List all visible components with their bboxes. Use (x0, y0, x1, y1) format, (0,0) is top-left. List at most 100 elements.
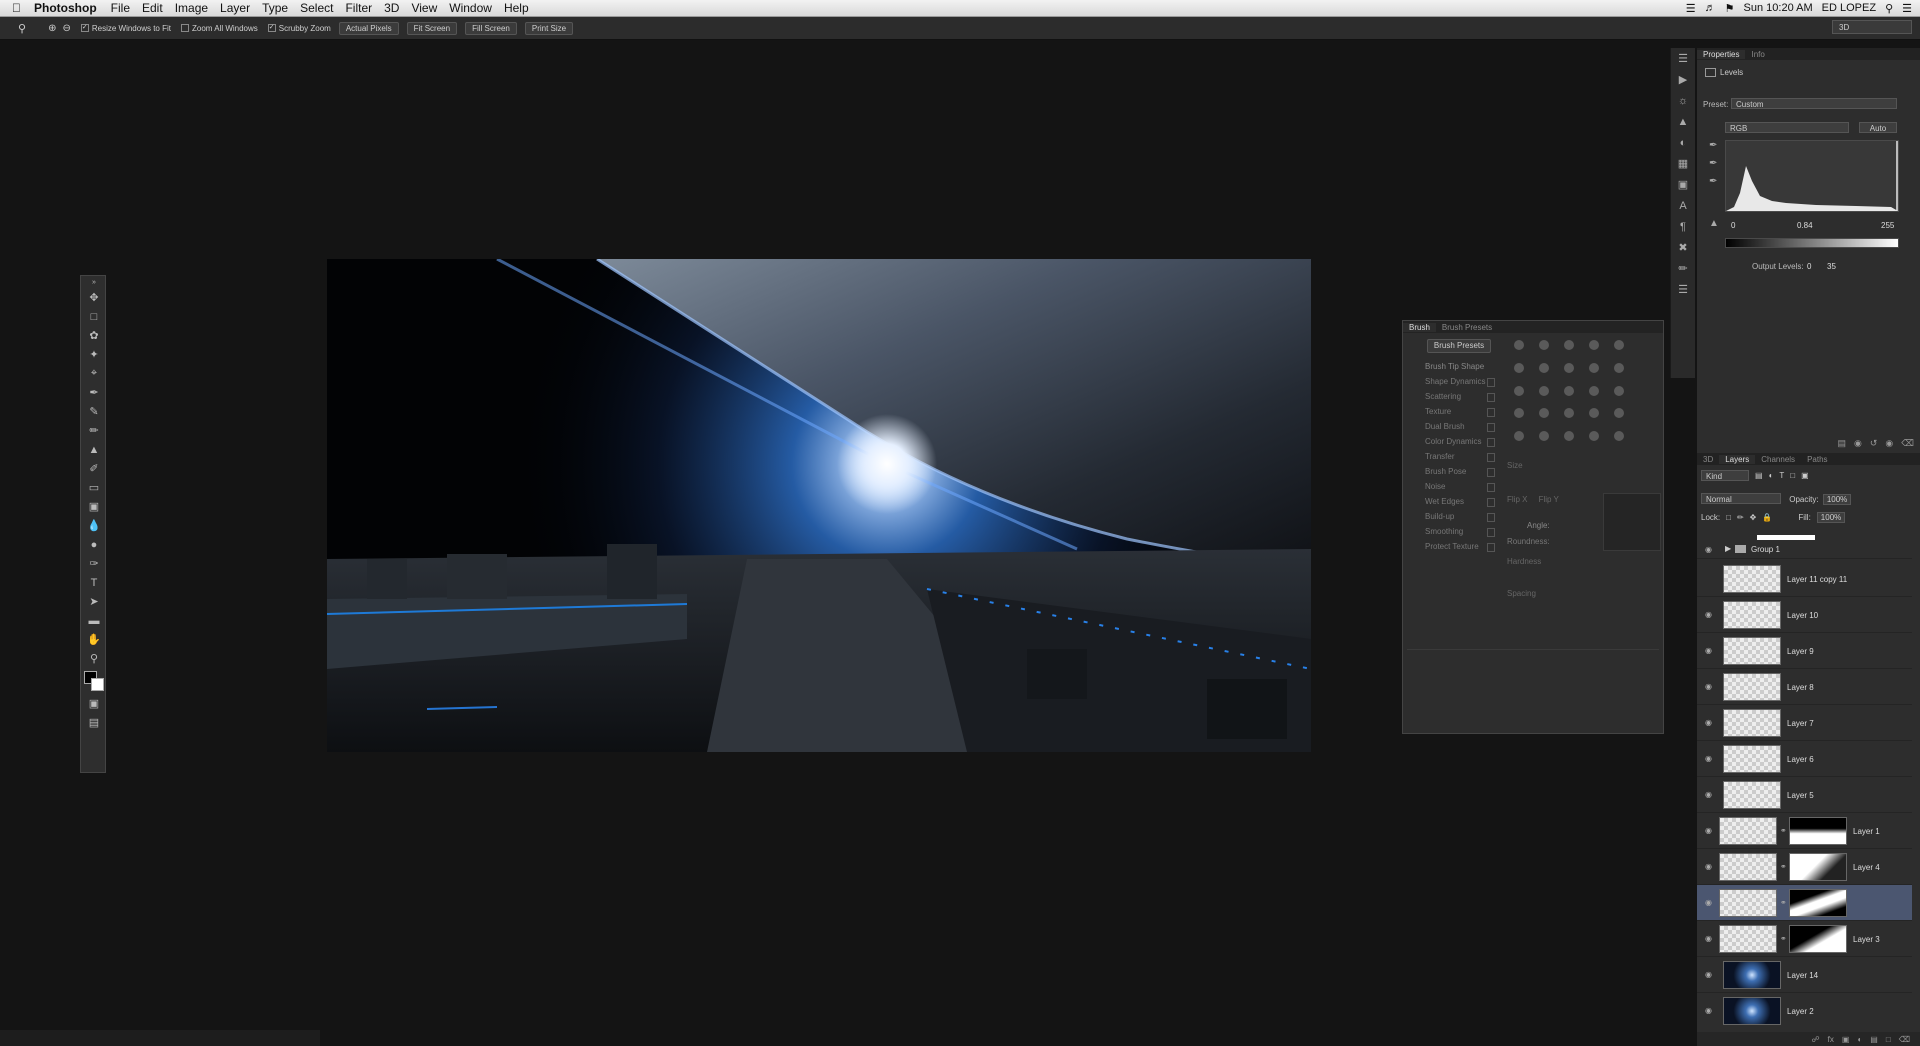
brush-tip[interactable] (1583, 426, 1606, 446)
black-eyedropper-icon[interactable]: ✒ (1709, 140, 1717, 151)
tab-brush-presets[interactable]: Brush Presets (1436, 323, 1498, 332)
gradient-tool-icon[interactable]: ▣ (81, 497, 107, 516)
history-icon[interactable]: ☰ (1671, 48, 1695, 69)
brush-option[interactable]: Scattering (1407, 389, 1499, 404)
print-size-button[interactable]: Print Size (524, 21, 574, 35)
layer-name[interactable]: Layer 14 (1787, 971, 1818, 980)
layer-thumbnail[interactable] (1723, 745, 1781, 773)
zoom-tool-icon[interactable]: ⚲ (18, 22, 26, 35)
gray-eyedropper-icon[interactable]: ✒ (1709, 158, 1717, 169)
brush-tip[interactable] (1507, 426, 1530, 446)
menu-3d[interactable]: 3D (384, 1, 399, 15)
layer-thumbnail[interactable] (1719, 853, 1777, 881)
channel-select[interactable]: RGB (1725, 122, 1849, 133)
brush-tip[interactable] (1532, 403, 1555, 423)
marquee-tool-icon[interactable]: □ (81, 307, 107, 326)
layer-row[interactable]: ◉ Layer 8 (1697, 669, 1912, 705)
magic-wand-tool-icon[interactable]: ✦ (81, 345, 107, 364)
group-row[interactable]: ◉ ▶ Group 1 (1697, 541, 1912, 559)
clone-source-icon[interactable]: ☰ (1671, 279, 1695, 300)
eye-icon[interactable]: ◉ (1705, 646, 1712, 655)
brush-tip-preview[interactable] (1603, 493, 1661, 551)
brush-tip[interactable] (1532, 426, 1555, 446)
layer-name[interactable]: Layer 2 (1787, 1007, 1814, 1016)
brush-tip[interactable] (1608, 381, 1631, 401)
fill-input[interactable]: 100% (1816, 512, 1846, 523)
eye-icon[interactable]: ◉ (1705, 898, 1712, 907)
input-black-value[interactable]: 0 (1731, 221, 1735, 230)
blur-tool-icon[interactable]: 💧 (81, 516, 107, 535)
brush-tip[interactable] (1532, 335, 1555, 355)
tab-channels[interactable]: Channels (1755, 455, 1801, 464)
menu-layer[interactable]: Layer (220, 1, 250, 15)
output-white-value[interactable]: 35 (1827, 262, 1836, 271)
tools-collapse-icon[interactable]: » (81, 276, 107, 288)
brush-icon[interactable]: ✏ (1671, 258, 1695, 279)
brush-option[interactable]: Build-up (1407, 509, 1499, 524)
styles-icon[interactable]: ▣ (1671, 174, 1695, 195)
menu-image[interactable]: Image (175, 1, 208, 15)
layer-style-icon[interactable]: fx (1828, 1035, 1834, 1044)
brush-option[interactable]: Smoothing (1407, 524, 1499, 539)
layer-name[interactable]: Layer 5 (1787, 791, 1814, 800)
resize-windows-checkbox[interactable]: ✓ Resize Windows to Fit (80, 24, 171, 33)
layer-row[interactable]: ◉ Layer 5 (1697, 777, 1912, 813)
menu-filter[interactable]: Filter (345, 1, 372, 15)
group-name[interactable]: Group 1 (1751, 545, 1780, 554)
eye-icon[interactable]: ◉ (1705, 610, 1712, 619)
layer-thumbnail[interactable] (1723, 637, 1781, 665)
histogram-icon[interactable]: ▲ (1671, 111, 1695, 132)
color-icon[interactable]: ◐ (1671, 132, 1695, 153)
path-selection-tool-icon[interactable]: ➤ (81, 592, 107, 611)
flip-x-checkbox[interactable]: Flip X (1507, 495, 1527, 504)
menu-type[interactable]: Type (262, 1, 288, 15)
brush-tip[interactable] (1608, 403, 1631, 423)
layer-thumbnail[interactable] (1723, 565, 1781, 593)
eye-icon[interactable]: ◉ (1705, 754, 1712, 763)
brush-tip[interactable] (1507, 358, 1530, 378)
layer-row[interactable]: Layer 11 copy 11 (1697, 561, 1912, 597)
layer-row[interactable]: ◉ Layer 7 (1697, 705, 1912, 741)
filter-smart-object-icon[interactable]: ▣ (1801, 471, 1809, 480)
brush-option[interactable]: Protect Texture (1407, 539, 1499, 554)
layer-name[interactable]: Layer 11 copy 11 (1787, 575, 1847, 584)
brush-tip[interactable] (1608, 426, 1631, 446)
mask-link-icon[interactable]: ⚭ (1780, 826, 1787, 835)
workspace-select[interactable]: 3D (1832, 20, 1912, 34)
menu-help[interactable]: Help (504, 1, 529, 15)
brush-presets-button[interactable]: Brush Presets (1427, 339, 1491, 353)
layer-row[interactable]: ◉ ⚭ (1697, 885, 1912, 921)
volume-icon[interactable]: ♬ (1705, 2, 1716, 14)
delete-layer-icon[interactable]: ⌫ (1899, 1035, 1910, 1044)
eye-icon[interactable]: ◉ (1705, 934, 1712, 943)
flag-icon[interactable]: ⚑ (1725, 2, 1735, 15)
menu-window[interactable]: Window (449, 1, 492, 15)
brush-tip[interactable] (1557, 403, 1580, 423)
brush-tip[interactable] (1532, 358, 1555, 378)
brush-tip[interactable] (1507, 381, 1530, 401)
character-icon[interactable]: A (1671, 195, 1695, 216)
eye-icon[interactable]: ◉ (1705, 682, 1712, 691)
brush-tip[interactable] (1507, 335, 1530, 355)
view-previous-icon[interactable]: ◉ (1854, 438, 1862, 449)
brush-tip[interactable] (1557, 381, 1580, 401)
color-swatches[interactable] (81, 668, 105, 694)
eye-icon[interactable]: ◉ (1705, 545, 1712, 554)
brush-option[interactable]: Brush Tip Shape (1407, 359, 1499, 374)
layer-row[interactable]: ◉ ⚭ Layer 3 (1697, 921, 1912, 957)
brush-tip[interactable] (1608, 335, 1631, 355)
brush-tip[interactable] (1532, 381, 1555, 401)
zoom-tool-icon[interactable]: ⚲ (81, 649, 107, 668)
eraser-tool-icon[interactable]: ▭ (81, 478, 107, 497)
layer-row[interactable]: ◉ Layer 6 (1697, 741, 1912, 777)
layer-row[interactable]: ◉ Layer 9 (1697, 633, 1912, 669)
notification-icon[interactable]: ☰ (1902, 2, 1912, 15)
lock-pixels-icon[interactable]: ✏ (1737, 513, 1744, 522)
type-tool-icon[interactable]: T (81, 573, 107, 592)
wifi-icon[interactable]: ☰ (1686, 2, 1696, 15)
kind-filter-select[interactable]: Kind (1701, 470, 1749, 481)
tool-presets-icon[interactable]: ✖ (1671, 237, 1695, 258)
brush-option[interactable]: Noise (1407, 479, 1499, 494)
brush-option[interactable]: Shape Dynamics (1407, 374, 1499, 389)
layer-thumbnail[interactable] (1719, 925, 1777, 953)
